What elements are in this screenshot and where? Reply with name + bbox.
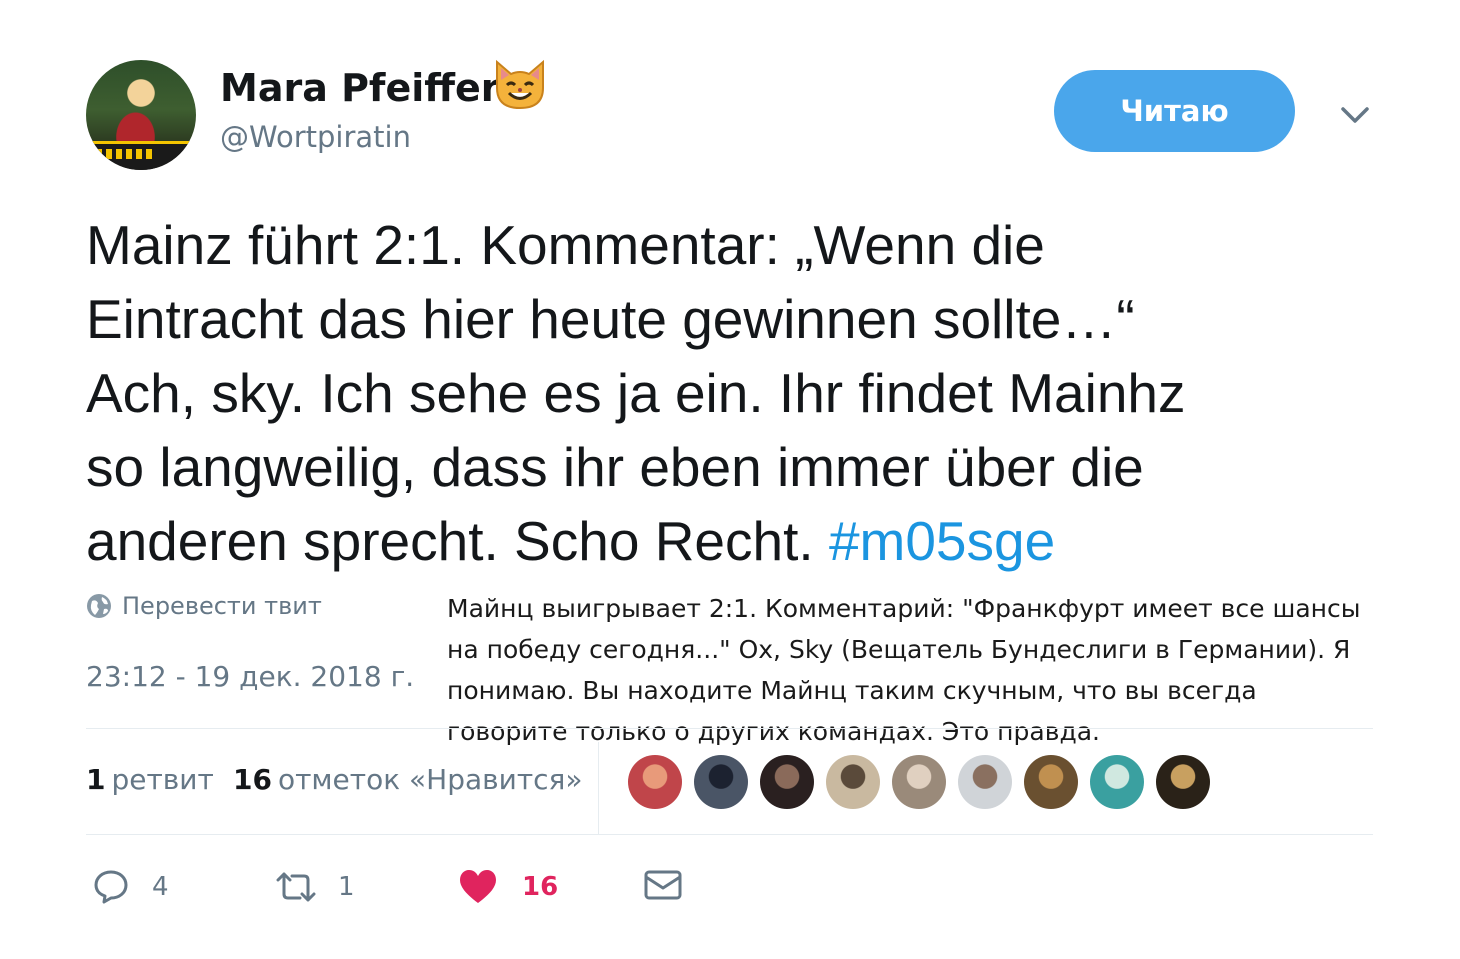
user-name[interactable]: Mara Pfeiffer — [220, 66, 500, 110]
tweet-text-tail: anderen sprecht. Scho Recht. — [86, 510, 814, 572]
direct-message-button[interactable] — [644, 868, 704, 902]
likes-label: отметок «Нравится» — [277, 763, 583, 796]
divider — [86, 728, 1373, 729]
stats-divider — [598, 742, 599, 834]
liker-avatar-3[interactable] — [760, 755, 814, 809]
liker-avatar-1[interactable] — [628, 755, 682, 809]
hashtag-link[interactable]: #m05sge — [829, 510, 1055, 572]
likes-stat[interactable]: 16 отметок «Нравится» — [233, 763, 583, 796]
tweet-text-line: Ach, sky. Ich sehe es ja ein. Ihr findet… — [86, 362, 1186, 424]
liker-avatar-6[interactable] — [958, 755, 1012, 809]
user-avatar[interactable] — [86, 60, 196, 170]
liker-avatar-7[interactable] — [1024, 755, 1078, 809]
retweet-icon — [276, 872, 316, 902]
liker-avatar-9[interactable] — [1156, 755, 1210, 809]
translate-tweet-link[interactable]: Перевести твит — [86, 592, 322, 620]
liker-avatar-5[interactable] — [892, 755, 946, 809]
retweets-label: ретвит — [111, 763, 214, 796]
liker-avatar-2[interactable] — [694, 755, 748, 809]
avatar-banner — [86, 141, 196, 170]
translate-label: Перевести твит — [122, 592, 322, 620]
tweet-timestamp[interactable]: 23:12 - 19 дек. 2018 г. — [86, 660, 414, 693]
retweets-stat[interactable]: 1 ретвит — [86, 763, 214, 796]
globe-icon — [87, 594, 111, 618]
reply-count: 4 — [152, 872, 169, 902]
cat-emoji-icon — [496, 59, 544, 110]
translation-line: Майнц выигрывает 2:1. Комментарий: "Фран… — [447, 594, 1361, 623]
tweet-text: Mainz führt 2:1. Kommentar: „Wenn die Ei… — [86, 208, 1386, 578]
reply-button[interactable]: 4 — [92, 868, 169, 906]
divider — [86, 834, 1373, 835]
like-count: 16 — [522, 872, 559, 902]
like-button[interactable]: 16 — [458, 868, 558, 906]
translation-line: понимаю. Вы находите Майнц таким скучным… — [447, 676, 1257, 705]
tweet-text-line: Mainz führt 2:1. Kommentar: „Wenn die — [86, 214, 1045, 276]
following-button[interactable]: Читаю — [1054, 70, 1295, 152]
liker-avatar-8[interactable] — [1090, 755, 1144, 809]
retweet-count: 1 — [338, 872, 355, 902]
liker-avatar-4[interactable] — [826, 755, 880, 809]
tweet-text-line-last: anderen sprecht. Scho Recht. #m05sge — [86, 504, 1386, 578]
chevron-down-icon[interactable] — [1337, 100, 1373, 130]
tweet-text-line: Eintracht das hier heute gewinnen sollte… — [86, 288, 1135, 350]
likes-count: 16 — [233, 763, 272, 796]
retweet-button[interactable]: 1 — [274, 868, 355, 906]
translation-line: на победу сегодня..." Ох, Sky (Вещатель … — [447, 635, 1351, 664]
retweets-count: 1 — [86, 763, 106, 796]
tweet-text-line: so langweilig, dass ihr eben immer über … — [86, 436, 1144, 498]
heart-icon — [460, 870, 496, 903]
envelope-icon — [644, 870, 682, 900]
user-handle[interactable]: @Wortpiratin — [220, 120, 411, 154]
likers-avatars — [628, 755, 1210, 809]
reply-icon — [94, 870, 128, 904]
